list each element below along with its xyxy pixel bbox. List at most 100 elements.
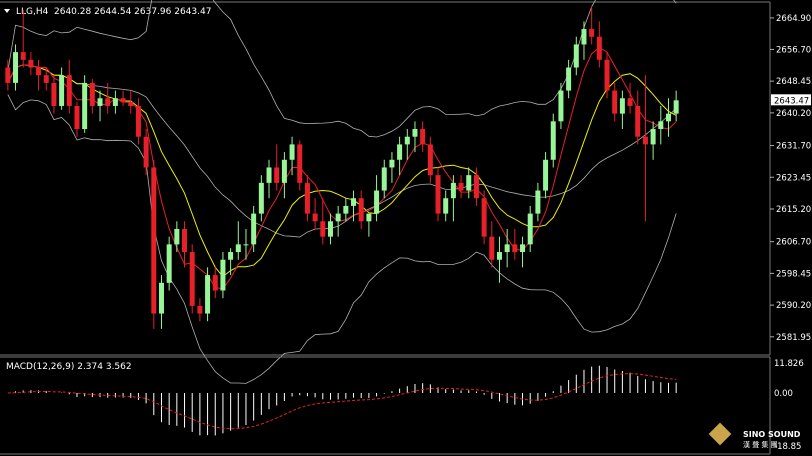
candle-body	[589, 29, 595, 37]
candle-body	[573, 44, 579, 68]
price-tick-label: 2598.45	[776, 269, 811, 279]
candle-body	[197, 305, 203, 314]
candle-body	[89, 82, 95, 106]
price-tick-label: 2581.95	[776, 333, 811, 343]
candle	[435, 167, 441, 222]
candle-body	[304, 182, 310, 214]
candle-body	[458, 182, 464, 191]
candle-body	[665, 113, 671, 122]
candle-body	[135, 105, 141, 137]
candle-body	[312, 213, 318, 222]
candle-body	[635, 105, 641, 137]
candle-body	[535, 190, 541, 214]
candle-body	[374, 190, 380, 214]
candle-body	[36, 67, 42, 76]
candle-body	[266, 167, 272, 183]
candle-body	[566, 67, 572, 91]
candle-body	[13, 52, 19, 83]
symbol-label: LLG,H4	[16, 7, 49, 17]
candle-body	[358, 198, 364, 222]
macd-axis-zero: 0.00	[774, 389, 793, 399]
candle-body	[289, 144, 295, 160]
candle-body	[220, 259, 226, 291]
candle-body	[128, 102, 134, 106]
candle	[151, 159, 157, 329]
trading-chart[interactable]: LLG,H4 2640.28 2644.54 2637.96 2643.47 2…	[0, 0, 812, 456]
candle-body	[205, 275, 211, 314]
candle-body	[381, 167, 387, 191]
candle-body	[496, 252, 502, 260]
price-tick-label: 2664.90	[776, 14, 811, 24]
candle-body	[97, 98, 103, 106]
candle-body	[43, 75, 49, 83]
candle-body	[658, 121, 664, 130]
candle-body	[112, 98, 118, 106]
macd-label: MACD(12,26,9) 2.374 3.562	[6, 362, 132, 372]
macd-axis-top: 11.826	[774, 359, 804, 369]
candle-body	[466, 175, 472, 191]
candle-body	[612, 90, 618, 114]
candle-body	[412, 129, 418, 137]
candle-body	[343, 205, 349, 214]
price-tick-label: 2606.70	[776, 238, 811, 248]
price-tick-label: 2631.70	[776, 142, 811, 152]
candle	[166, 236, 172, 291]
candle-body	[335, 213, 341, 222]
price-tick-label: 2615.20	[776, 205, 811, 215]
candle	[82, 75, 88, 133]
candle-body	[520, 244, 526, 253]
candle-body	[28, 59, 34, 68]
candle-body	[427, 144, 433, 176]
candle-body	[351, 198, 357, 206]
candle-body	[59, 75, 65, 106]
candle-body	[105, 98, 111, 106]
candle-body	[151, 167, 157, 314]
candle-body	[604, 59, 610, 91]
candle-body	[189, 252, 195, 306]
candle-body	[235, 244, 241, 253]
candle-body	[527, 213, 533, 245]
candle-body	[120, 98, 126, 103]
price-tick-label: 2656.70	[776, 45, 811, 55]
candle-body	[274, 167, 280, 183]
watermark-subtext: 漢 聲 集 團	[743, 440, 778, 449]
candle-body	[228, 252, 234, 260]
macd-axis-bottom: -18.85	[774, 442, 801, 452]
price-tick-label: 2623.45	[776, 173, 811, 183]
candle-body	[581, 29, 587, 45]
watermark-text: SINO SOUND	[743, 430, 801, 439]
candle-body	[66, 75, 72, 106]
candle-body	[51, 82, 57, 106]
candle-body	[558, 90, 564, 122]
candle-body	[174, 228, 180, 245]
candle-body	[473, 175, 479, 199]
candle-body	[166, 244, 172, 283]
candle-body	[489, 236, 495, 260]
candle-body	[327, 221, 333, 237]
chart-background	[0, 0, 812, 456]
svg-text:2643.47: 2643.47	[774, 96, 809, 106]
candle-body	[20, 52, 26, 60]
candle-body	[143, 136, 149, 168]
candle-body	[420, 129, 426, 145]
current-price-tag: 2643.47	[771, 94, 811, 106]
candle-body	[435, 175, 441, 214]
candle-body	[504, 244, 510, 253]
candle-body	[251, 213, 257, 245]
candle-body	[627, 98, 633, 106]
candle-body	[481, 198, 487, 237]
candle	[189, 244, 195, 314]
candle-body	[366, 213, 372, 222]
candle-body	[443, 198, 449, 214]
candle-body	[642, 136, 648, 145]
candle-body	[650, 129, 656, 145]
candle	[205, 267, 211, 322]
price-tick-label: 2648.45	[776, 77, 811, 87]
candle	[481, 190, 487, 245]
ohlc-readout: 2640.28 2644.54 2637.96 2643.47	[54, 7, 211, 17]
candle-body	[512, 244, 518, 253]
candle-body	[158, 282, 164, 314]
candle-body	[543, 159, 549, 191]
price-tick-label: 2590.20	[776, 301, 811, 311]
candle-body	[550, 121, 556, 160]
